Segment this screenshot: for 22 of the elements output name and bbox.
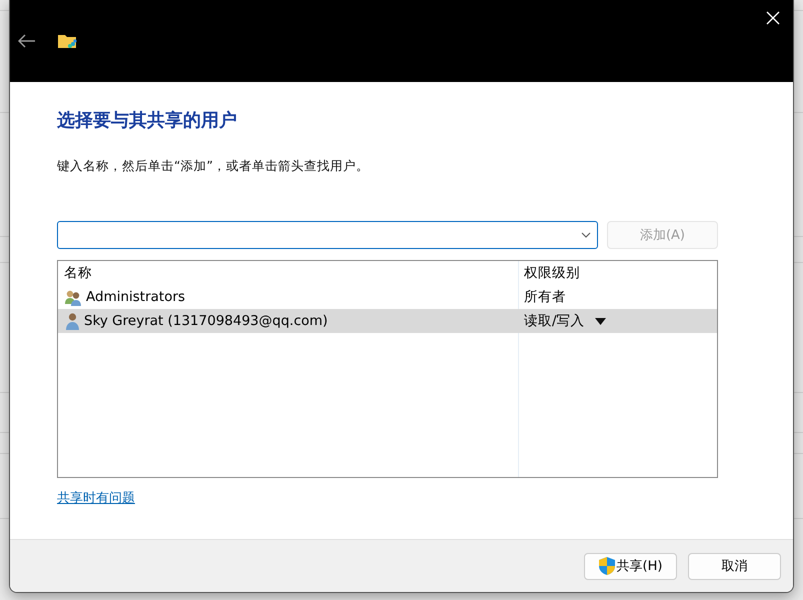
back-icon[interactable] — [18, 34, 36, 48]
permission-level: 所有者 — [524, 288, 566, 306]
user-name: Sky Greyrat (1317098493@qq.com) — [84, 313, 328, 329]
shield-icon — [598, 557, 615, 575]
column-header[interactable]: 权限级别 — [518, 264, 717, 282]
user-icon — [64, 312, 81, 330]
permission-level: 读取/写入 — [524, 312, 585, 330]
shared-folder-icon — [58, 33, 78, 49]
users-icon — [64, 288, 83, 306]
chevron-down-icon[interactable] — [581, 232, 591, 238]
dialog-heading: 选择要与其共享的用户 — [57, 109, 238, 132]
user-combo-box[interactable] — [57, 221, 598, 249]
user-name: Administrators — [86, 289, 186, 305]
cancel-button[interactable]: 取消 — [688, 552, 781, 580]
dropdown-triangle-icon[interactable] — [594, 318, 606, 324]
instruction-text: 键入名称，然后单击“添加”，或者单击箭头查找用户。 — [57, 158, 370, 175]
help-link[interactable]: 共享时有问题 — [57, 489, 135, 507]
close-icon[interactable] — [765, 10, 781, 26]
share-button[interactable]: 共享(H) — [584, 552, 677, 580]
user-row[interactable]: Sky Greyrat (1317098493@qq.com) 读取/写入 — [58, 309, 717, 333]
column-header[interactable]: 名称 — [58, 264, 518, 282]
user-row[interactable]: Administrators 所有者 — [58, 285, 717, 309]
